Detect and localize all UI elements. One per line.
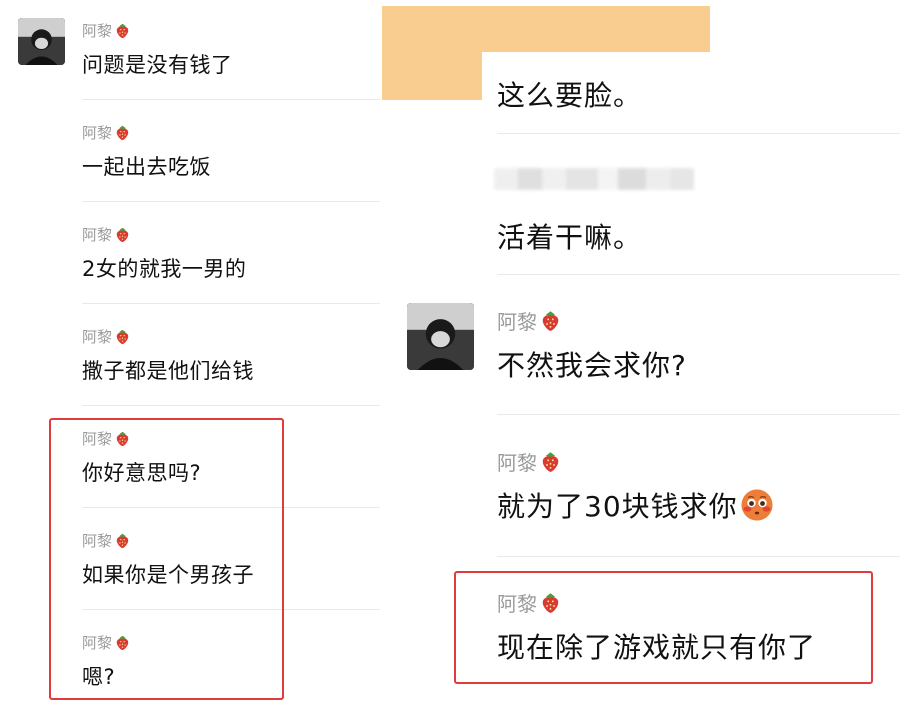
message-text: 问题是没有钱了	[82, 53, 233, 77]
message-text: 你好意思吗?	[82, 461, 202, 485]
sender: 阿黎	[497, 447, 774, 475]
message-text: 如果你是个男孩子	[82, 563, 254, 587]
strawberry-icon	[114, 226, 131, 243]
divider	[82, 201, 380, 202]
divider	[497, 133, 900, 134]
overlay-bar	[382, 52, 482, 100]
sender-name: 阿黎	[82, 225, 113, 244]
divider	[82, 609, 380, 610]
message-text: 活着干嘛。	[497, 221, 643, 254]
divider	[497, 274, 900, 275]
strawberry-icon	[539, 309, 562, 332]
message-item: 阿黎 现在除了游戏就只有你了	[497, 588, 816, 666]
message-text: 不然我会求你?	[497, 349, 687, 382]
message-item: 阿黎 如果你是个男孩子	[82, 529, 254, 589]
sender: 阿黎	[82, 121, 211, 143]
divider	[82, 99, 380, 100]
sender-name: 阿黎	[82, 429, 113, 448]
divider	[82, 507, 380, 508]
message-item: 阿黎 撒子都是他们给钱	[82, 325, 254, 385]
strawberry-icon	[114, 634, 131, 651]
strawberry-icon	[114, 430, 131, 447]
right-chat-screenshot: 这么要脸。 活着干嘛。 阿黎 不然我会求你? 阿黎 就为了30块钱求你 阿黎 现…	[380, 0, 900, 704]
sender-name: 阿黎	[497, 309, 537, 334]
strawberry-icon	[114, 124, 131, 141]
message-text: 就为了30块钱求你	[497, 490, 738, 523]
flushed-face-emoji	[740, 488, 774, 522]
avatar[interactable]	[407, 303, 474, 370]
strawberry-icon	[114, 328, 131, 345]
sender: 阿黎	[497, 306, 687, 334]
divider	[82, 405, 380, 406]
sender: 阿黎	[82, 19, 233, 41]
message-item: 阿黎 就为了30块钱求你	[497, 447, 774, 525]
sender-name: 阿黎	[82, 633, 113, 652]
strawberry-icon	[114, 532, 131, 549]
sender: 阿黎	[82, 529, 254, 551]
divider	[497, 414, 900, 415]
message-item: 阿黎 2女的就我一男的	[82, 223, 246, 283]
message-text-row: 就为了30块钱求你	[497, 485, 774, 525]
sender-name: 阿黎	[497, 450, 537, 475]
sender-name: 阿黎	[82, 123, 113, 142]
message-text: 嗯?	[82, 665, 116, 689]
message-item: 阿黎 不然我会求你?	[497, 306, 687, 384]
sender: 阿黎	[82, 325, 254, 347]
sender: 阿黎	[82, 631, 131, 653]
sender: 阿黎	[497, 588, 816, 616]
message-item: 阿黎 嗯?	[82, 631, 131, 691]
divider	[497, 556, 900, 557]
message-item: 阿黎 问题是没有钱了	[82, 19, 233, 79]
message-item: 阿黎 一起出去吃饭	[82, 121, 211, 181]
sender-name: 阿黎	[497, 591, 537, 616]
sender: 阿黎	[82, 223, 246, 245]
strawberry-icon	[539, 591, 562, 614]
strawberry-icon	[114, 22, 131, 39]
message-text: 现在除了游戏就只有你了	[497, 631, 817, 664]
sender: 阿黎	[82, 427, 201, 449]
divider	[82, 303, 380, 304]
sender-name: 阿黎	[82, 531, 113, 550]
blurred-sender-name	[494, 168, 694, 190]
overlay-bar	[382, 6, 710, 52]
message-text: 一起出去吃饭	[82, 155, 211, 179]
message-text: 这么要脸。	[497, 79, 643, 112]
strawberry-icon	[539, 450, 562, 473]
avatar[interactable]	[18, 18, 65, 65]
message-text: 撒子都是他们给钱	[82, 359, 254, 383]
sender-name: 阿黎	[82, 327, 113, 346]
message-text: 2女的就我一男的	[82, 257, 247, 281]
sender-name: 阿黎	[82, 21, 113, 40]
message-item: 阿黎 你好意思吗?	[82, 427, 201, 487]
left-chat-screenshot: 阿黎 问题是没有钱了 阿黎 一起出去吃饭 阿黎 2女的就我一男的 阿黎 撒子都是…	[0, 0, 380, 704]
